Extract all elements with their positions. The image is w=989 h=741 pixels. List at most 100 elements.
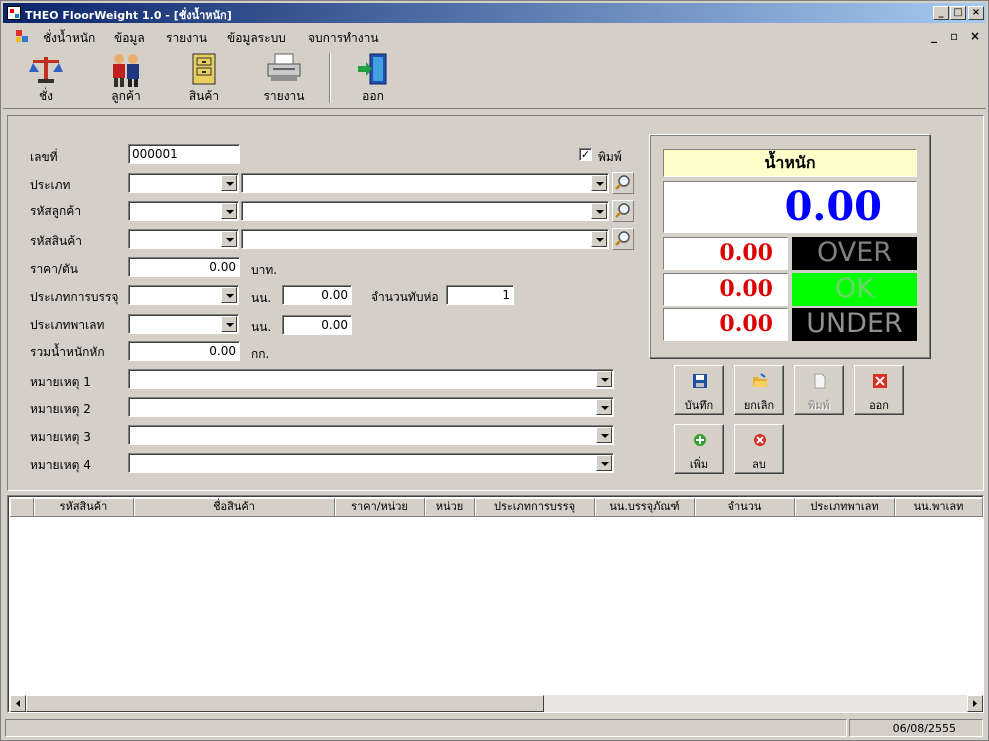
total-deduct-unit-label: กก. xyxy=(251,347,270,361)
chevron-down-icon[interactable] xyxy=(596,427,612,443)
title-bar[interactable]: THEO FloorWeight 1.0 - [ชั่งน้ำหนัก] _ □… xyxy=(3,3,986,23)
chevron-down-icon[interactable] xyxy=(591,231,607,247)
pallet-type-combo[interactable] xyxy=(128,314,239,334)
close-button[interactable]: × xyxy=(968,6,984,20)
column-header[interactable]: ราคา/หน่วย xyxy=(335,498,425,517)
items-grid[interactable]: รหัสสินค้า ชื่อสินค้า ราคา/หน่วย หน่วย ป… xyxy=(7,495,984,713)
main-window: THEO FloorWeight 1.0 - [ชั่งน้ำหนัก] _ □… xyxy=(0,0,989,741)
chevron-down-icon[interactable] xyxy=(596,399,612,415)
note1-combo[interactable] xyxy=(128,369,614,389)
delete-label: ลบ xyxy=(752,458,766,471)
total-deduct-field[interactable]: 0.00 xyxy=(128,341,240,361)
column-header[interactable]: จำนวน xyxy=(695,498,795,517)
menu-weigh[interactable]: ชั่งน้ำหนัก xyxy=(43,29,95,48)
toolbar-exit-label: ออก xyxy=(362,89,384,103)
type-code-combo[interactable] xyxy=(128,173,239,193)
toolbar-customer-button[interactable]: ลูกค้า xyxy=(91,47,161,107)
column-header[interactable]: ชื่อสินค้า xyxy=(134,498,335,517)
horizontal-scrollbar[interactable] xyxy=(10,695,983,712)
app-icon xyxy=(7,6,21,20)
menu-bar: ชั่งน้ำหนัก ข้อมูล รายงาน ข้อมูลระบบ จบก… xyxy=(3,25,986,47)
cancel-button[interactable]: ยกเลิก xyxy=(734,365,784,415)
product-code-label: รหัสสินค้า xyxy=(30,234,82,248)
chevron-down-icon[interactable] xyxy=(221,287,237,303)
toolbar-separator xyxy=(329,53,331,103)
column-header[interactable]: รหัสสินค้า xyxy=(34,498,134,517)
toolbar-report-button[interactable]: รายงาน xyxy=(249,47,319,107)
type-search-button[interactable] xyxy=(612,172,634,194)
row-header-cell xyxy=(10,498,34,517)
menu-report[interactable]: รายงาน xyxy=(166,29,207,48)
price-unit-label: บาท. xyxy=(251,263,278,277)
pallet-type-label: ประเภทพาเลท xyxy=(30,318,105,332)
toolbar-product-button[interactable]: สินค้า xyxy=(169,47,239,107)
chevron-down-icon[interactable] xyxy=(221,231,237,247)
toolbar: ชั่ง ลูกค้า สินค้า รายงาน ออก xyxy=(3,47,986,109)
customer-code-combo[interactable] xyxy=(128,201,239,221)
note3-combo[interactable] xyxy=(128,425,614,445)
print-checkbox[interactable]: ✓ xyxy=(579,148,592,161)
chevron-down-icon[interactable] xyxy=(591,203,607,219)
customer-name-combo[interactable] xyxy=(241,201,609,221)
status-panel-message xyxy=(5,719,847,737)
maximize-button[interactable]: □ xyxy=(950,6,966,20)
scroll-left-button[interactable] xyxy=(10,695,26,712)
minimize-button[interactable]: _ xyxy=(933,6,949,20)
chevron-down-icon[interactable] xyxy=(591,175,607,191)
chevron-down-icon[interactable] xyxy=(221,316,237,332)
pack-count-field[interactable]: 1 xyxy=(446,285,514,305)
mdi-minimize-icon[interactable]: _ xyxy=(931,29,937,43)
packaging-type-combo[interactable] xyxy=(128,285,239,305)
printer-icon xyxy=(267,53,301,81)
product-code-combo[interactable] xyxy=(128,229,239,249)
status-date: 06/08/2555 xyxy=(849,719,983,737)
save-label: บันทึก xyxy=(684,399,714,412)
chevron-down-icon[interactable] xyxy=(221,203,237,219)
column-header[interactable]: ประเภทการบรรจุ xyxy=(475,498,595,517)
exit-label: ออก xyxy=(869,399,889,412)
delete-button[interactable]: ลบ xyxy=(734,424,784,474)
chevron-down-icon[interactable] xyxy=(596,371,612,387)
menu-system-data[interactable]: ข้อมูลระบบ xyxy=(227,29,286,48)
chevron-down-icon[interactable] xyxy=(596,455,612,471)
packaging-weight-field[interactable]: 0.00 xyxy=(282,285,352,305)
doc-no-field[interactable]: 000001 xyxy=(128,144,240,164)
note2-combo[interactable] xyxy=(128,397,614,417)
column-header[interactable]: นน.พาเลท xyxy=(895,498,983,517)
scroll-thumb[interactable] xyxy=(26,695,544,712)
toolbar-exit-button[interactable]: ออก xyxy=(338,47,408,107)
document-icon xyxy=(814,373,826,389)
customer-code-label: รหัสลูกค้า xyxy=(30,204,82,218)
weight-title: น้ำหนัก xyxy=(663,149,917,177)
pack-count-label: จำนวนทับห่อ xyxy=(371,290,439,304)
mdi-restore-icon[interactable]: ▫ xyxy=(950,29,958,43)
scroll-right-button[interactable] xyxy=(967,695,983,712)
toolbar-weigh-button[interactable]: ชั่ง xyxy=(11,47,81,107)
pallet-weight-field[interactable]: 0.00 xyxy=(282,315,352,335)
ok-indicator: OK xyxy=(792,273,917,306)
status-bar: 06/08/2555 xyxy=(3,717,986,739)
note4-combo[interactable] xyxy=(128,453,614,473)
menu-data[interactable]: ข้อมูล xyxy=(114,29,145,48)
add-label: เพิ่ม xyxy=(689,458,709,471)
save-button[interactable]: บันทึก xyxy=(674,365,724,415)
add-button[interactable]: เพิ่ม xyxy=(674,424,724,474)
column-header[interactable]: หน่วย xyxy=(425,498,475,517)
open-folder-icon xyxy=(753,373,768,387)
menu-exit[interactable]: จบการทำงาน xyxy=(308,29,379,48)
floppy-disk-icon xyxy=(693,374,707,388)
exit-button[interactable]: ออก xyxy=(854,365,904,415)
note3-label: หมายเหตุ 3 xyxy=(30,430,91,444)
magnifier-icon xyxy=(615,175,630,190)
print-button[interactable]: พิมพ์ xyxy=(794,365,844,415)
mdi-child-icon xyxy=(15,29,29,43)
product-name-combo[interactable] xyxy=(241,229,609,249)
column-header[interactable]: ประเภทพาเลท xyxy=(795,498,895,517)
customer-search-button[interactable] xyxy=(612,200,634,222)
chevron-down-icon[interactable] xyxy=(221,175,237,191)
column-header[interactable]: นน.บรรจุภัณฑ์ xyxy=(595,498,695,517)
product-search-button[interactable] xyxy=(612,228,634,250)
type-name-combo[interactable] xyxy=(241,173,609,193)
mdi-close-icon[interactable]: × xyxy=(970,29,980,43)
price-field[interactable]: 0.00 xyxy=(128,257,240,277)
